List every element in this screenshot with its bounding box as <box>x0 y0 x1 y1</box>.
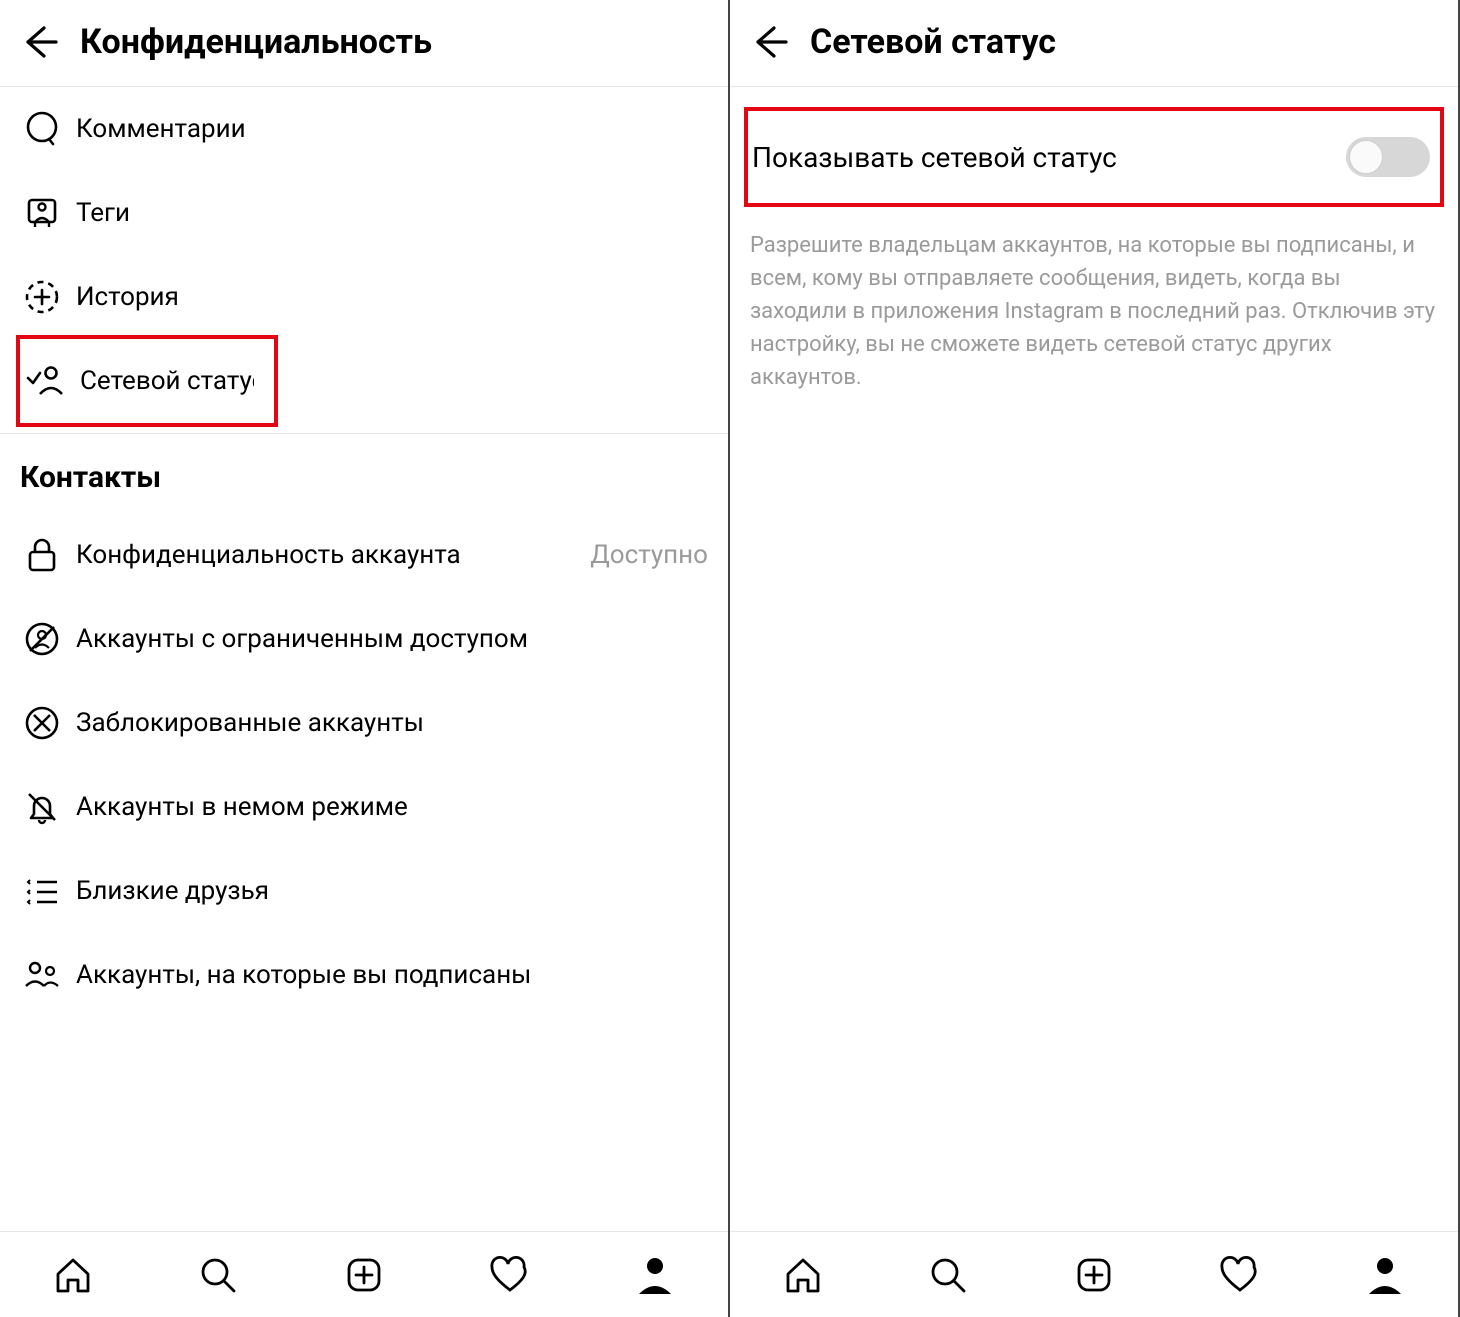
row-muted[interactable]: Аккаунты в немом режиме <box>0 765 728 849</box>
nav-home[interactable] <box>776 1248 830 1302</box>
nav-search[interactable] <box>191 1248 245 1302</box>
header: Конфиденциальность <box>0 0 728 87</box>
row-label: Аккаунты с ограниченным доступом <box>76 624 708 654</box>
row-tags[interactable]: Теги <box>0 171 728 255</box>
search-icon <box>197 1254 239 1296</box>
restricted-icon <box>20 617 64 661</box>
toggle-knob <box>1349 140 1383 174</box>
heart-icon <box>1218 1254 1262 1296</box>
page-title: Сетевой статус <box>810 22 1056 62</box>
header: Сетевой статус <box>730 0 1458 87</box>
section-header-contacts: Контакты <box>0 434 728 513</box>
row-label: Комментарии <box>76 114 708 144</box>
row-restricted[interactable]: Аккаунты с ограниченным доступом <box>0 597 728 681</box>
content: Показывать сетевой статус Разрешите влад… <box>730 87 1458 1231</box>
bottom-nav <box>0 1231 728 1317</box>
back-button[interactable] <box>18 20 62 64</box>
toggle-label: Показывать сетевой статус <box>752 141 1117 174</box>
row-account-privacy[interactable]: Конфиденциальность аккаунта Доступно <box>0 513 728 597</box>
nav-activity[interactable] <box>1213 1248 1267 1302</box>
row-blocked[interactable]: Заблокированные аккаунты <box>0 681 728 765</box>
setting-description: Разрешите владельцам аккаунтов, на котор… <box>730 207 1458 394</box>
nav-profile[interactable] <box>1358 1248 1412 1302</box>
bottom-nav <box>730 1231 1458 1317</box>
row-label: Конфиденциальность аккаунта <box>76 540 586 570</box>
row-activity-status[interactable]: Сетевой статус <box>16 335 278 427</box>
close-friends-icon <box>20 869 64 913</box>
nav-search[interactable] <box>921 1248 975 1302</box>
story-icon <box>20 275 64 319</box>
row-label: Близкие друзья <box>76 876 708 906</box>
nav-profile[interactable] <box>628 1248 682 1302</box>
activity-status-icon <box>24 359 68 403</box>
row-label: Аккаунты в немом режиме <box>76 792 708 822</box>
page-title: Конфиденциальность <box>80 22 432 62</box>
row-label: Сетевой статус <box>80 366 254 396</box>
row-label: Теги <box>76 198 708 228</box>
highlighted-toggle-row: Показывать сетевой статус <box>744 107 1444 207</box>
back-button[interactable] <box>748 20 792 64</box>
muted-bell-icon <box>20 785 64 829</box>
activity-status-toggle[interactable] <box>1346 137 1430 177</box>
tag-icon <box>20 191 64 235</box>
heart-icon <box>488 1254 532 1296</box>
row-label: История <box>76 282 708 312</box>
add-post-icon <box>343 1254 385 1296</box>
row-story[interactable]: История <box>0 255 728 339</box>
following-icon <box>20 953 64 997</box>
comment-icon <box>20 107 64 151</box>
row-trailing: Доступно <box>590 540 708 570</box>
content: Комментарии Теги История Сетевой статус … <box>0 87 728 1231</box>
home-icon <box>782 1254 824 1296</box>
nav-home[interactable] <box>46 1248 100 1302</box>
nav-add[interactable] <box>337 1248 391 1302</box>
privacy-screen: Конфиденциальность Комментарии Теги Исто… <box>0 0 730 1317</box>
arrow-left-icon <box>750 22 790 62</box>
blocked-icon <box>20 701 64 745</box>
row-label: Аккаунты, на которые вы подписаны <box>76 960 708 990</box>
profile-icon <box>1365 1254 1405 1296</box>
row-close-friends[interactable]: Близкие друзья <box>0 849 728 933</box>
row-comments[interactable]: Комментарии <box>0 87 728 171</box>
nav-activity[interactable] <box>483 1248 537 1302</box>
lock-icon <box>20 533 64 577</box>
row-following[interactable]: Аккаунты, на которые вы подписаны <box>0 933 728 1017</box>
add-post-icon <box>1073 1254 1115 1296</box>
home-icon <box>52 1254 94 1296</box>
nav-add[interactable] <box>1067 1248 1121 1302</box>
search-icon <box>927 1254 969 1296</box>
profile-icon <box>635 1254 675 1296</box>
row-label: Заблокированные аккаунты <box>76 708 708 738</box>
show-activity-status-row[interactable]: Показывать сетевой статус <box>748 111 1440 203</box>
arrow-left-icon <box>20 22 60 62</box>
activity-status-screen: Сетевой статус Показывать сетевой статус… <box>730 0 1460 1317</box>
